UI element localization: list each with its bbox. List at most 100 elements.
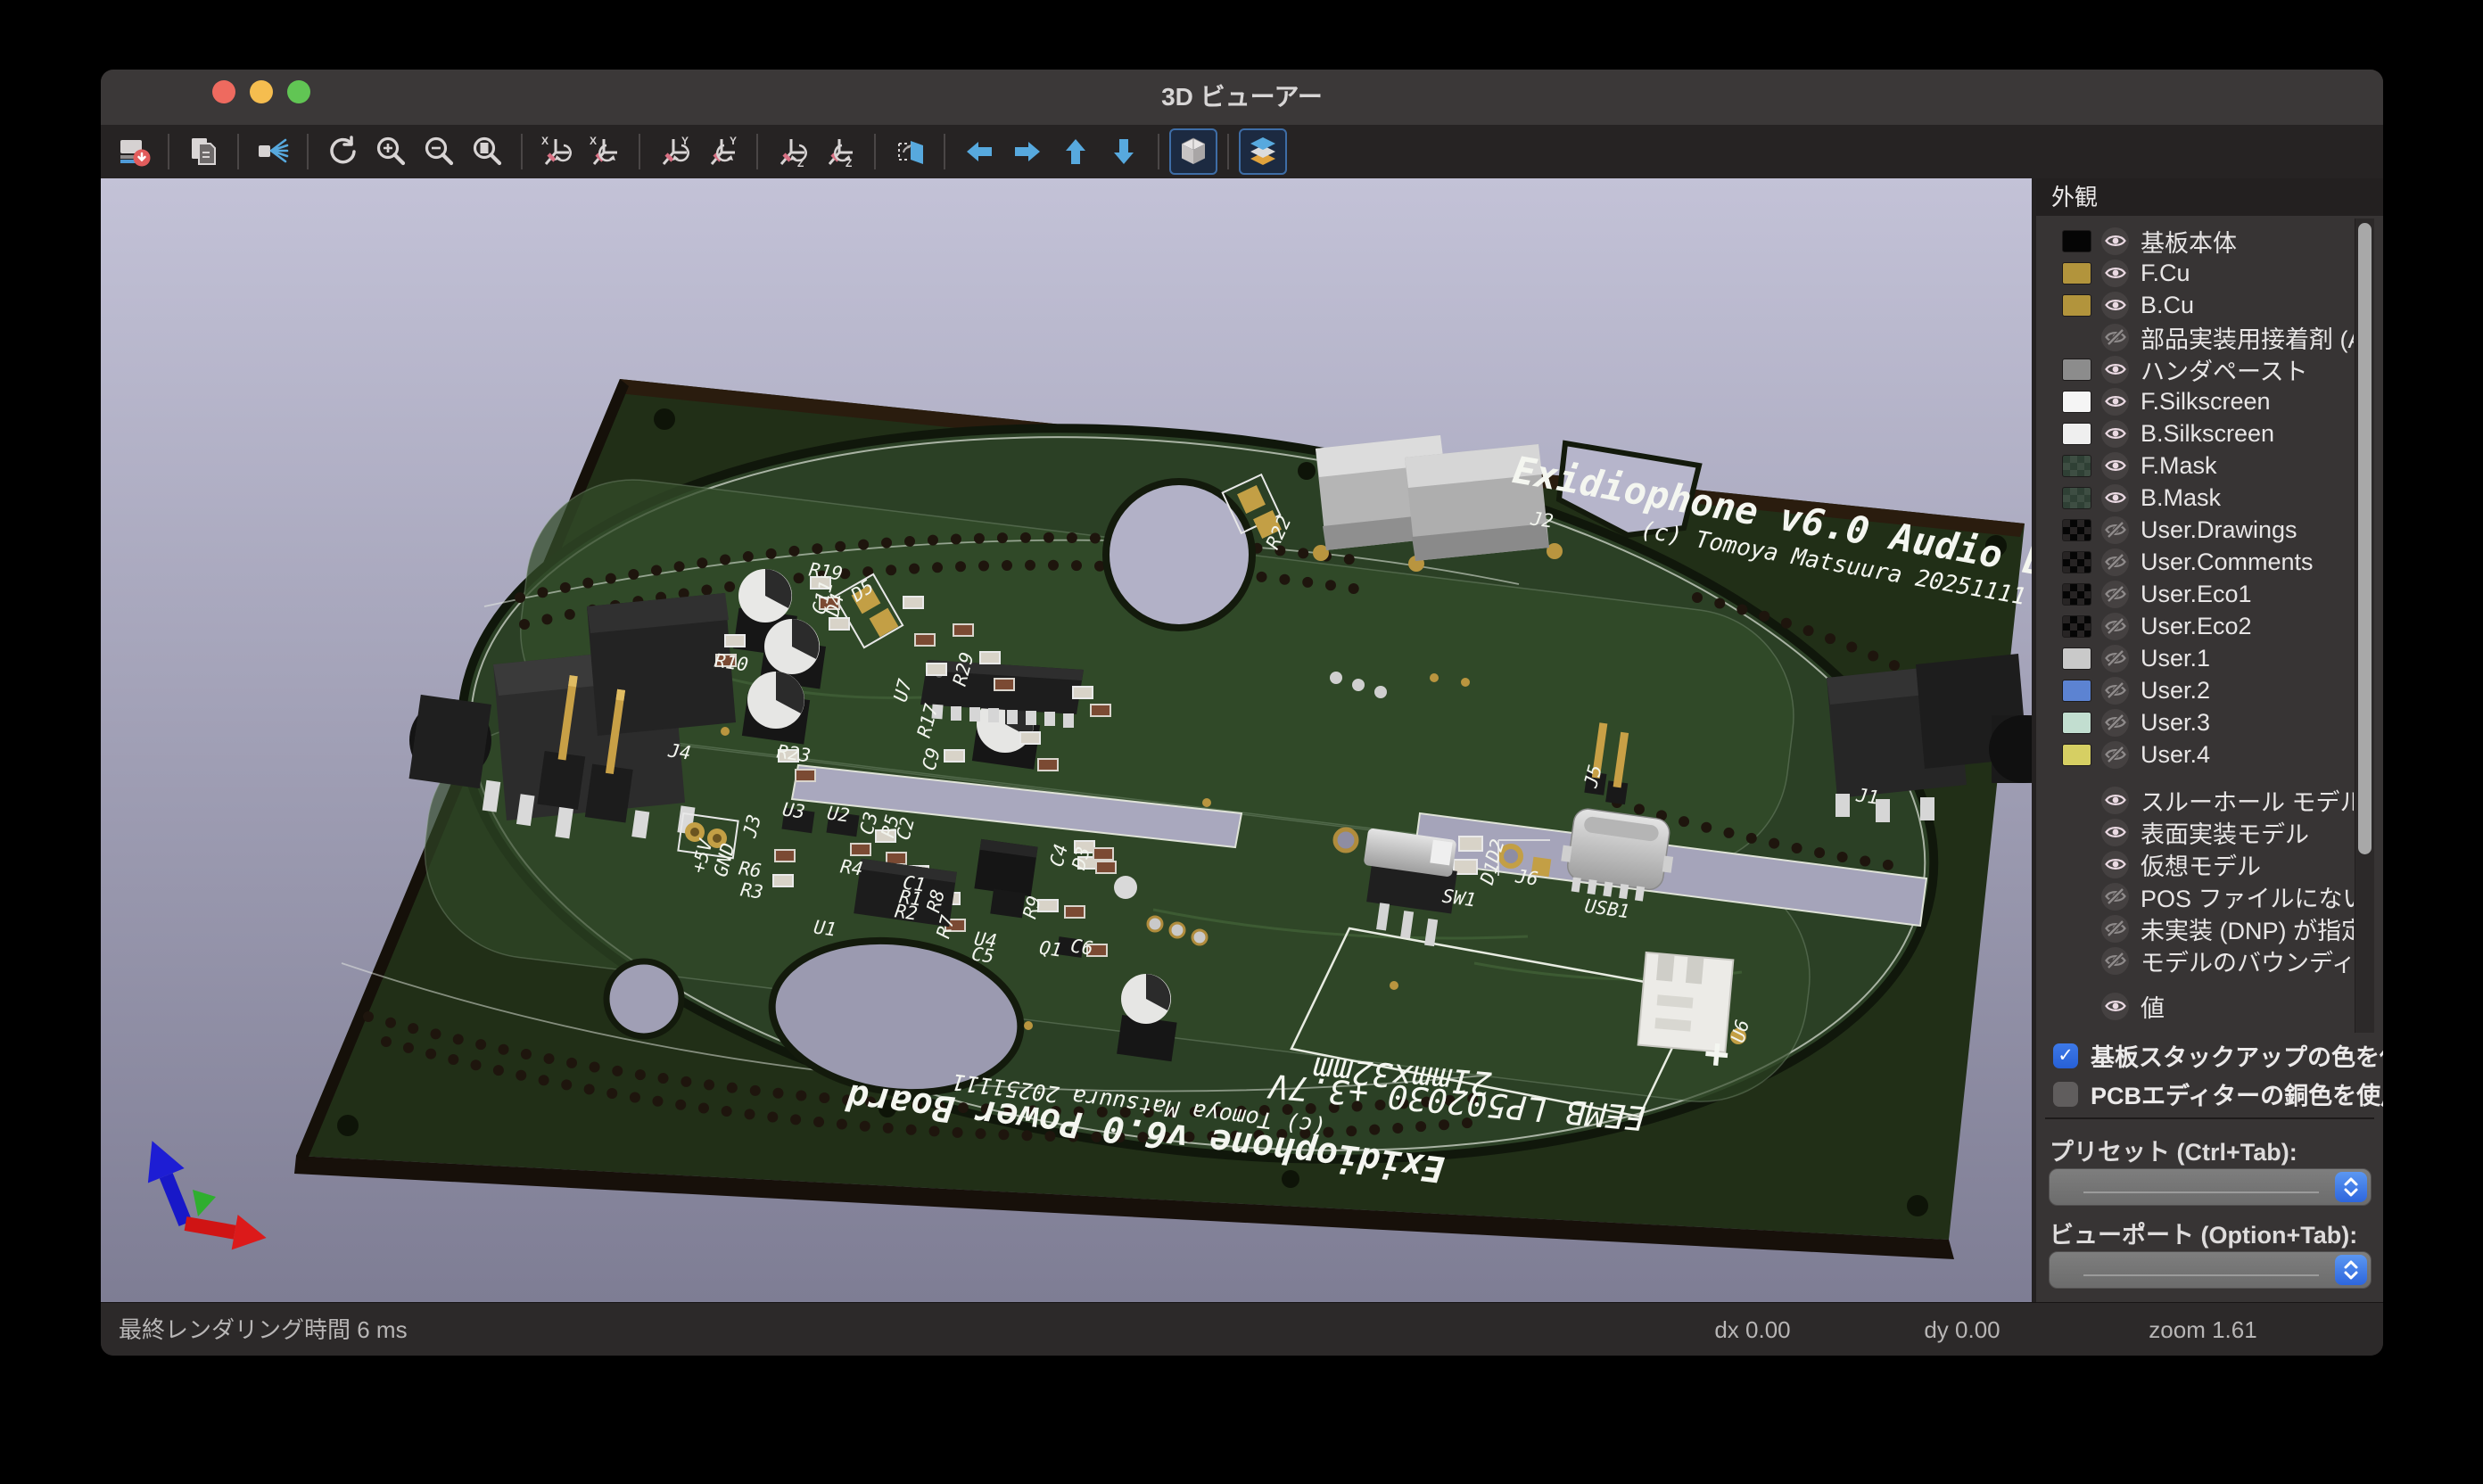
rotate-z-pos-button[interactable]: Z [816, 128, 864, 175]
layer-color-swatch[interactable] [2062, 359, 2091, 381]
preset-stepper-icon[interactable] [2335, 1172, 2367, 1202]
layer-color-swatch[interactable] [2062, 294, 2091, 317]
flip-board-icon [892, 134, 928, 169]
visibility-eye-off-icon[interactable] [2101, 516, 2129, 544]
visibility-eye-off-icon[interactable] [2101, 915, 2129, 943]
viewport-stepper-icon[interactable] [2335, 1255, 2367, 1285]
layer-color-swatch[interactable] [2062, 487, 2091, 509]
rotate-y-neg-button[interactable]: Y [650, 128, 698, 175]
preset-combobox[interactable] [2049, 1168, 2372, 1206]
appearance-panel-button[interactable] [1239, 128, 1287, 175]
visibility-eye-off-icon[interactable] [2101, 645, 2129, 672]
layer-row: User.1 [2036, 642, 2354, 674]
stackup-colors-checkbox[interactable]: ✓ [2053, 1043, 2078, 1068]
zoom-in-icon [373, 134, 408, 169]
visibility-eye-icon[interactable] [2101, 420, 2129, 448]
rotate-x-neg-button[interactable]: X [532, 128, 581, 175]
layer-color-swatch[interactable] [2062, 519, 2091, 541]
designator-R2: R2 [894, 900, 919, 924]
toolbar: XXYYZZ [101, 125, 2383, 178]
pan-up-button[interactable] [1052, 128, 1100, 175]
scrollbar-track[interactable] [2355, 218, 2374, 1033]
rotate-y-neg-icon: Y [656, 134, 692, 169]
visibility-eye-icon[interactable] [2101, 819, 2129, 846]
visibility-eye-icon[interactable] [2101, 484, 2129, 512]
scrollbar-thumb[interactable] [2358, 223, 2372, 854]
visibility-eye-off-icon[interactable] [2101, 677, 2129, 705]
checkbox-row-copper[interactable]: PCBエディターの銅色を使用 [2053, 1076, 2383, 1111]
pcb-editor-colors-checkbox[interactable] [2053, 1082, 2078, 1107]
refresh-view-button[interactable] [318, 128, 367, 175]
layer-color-swatch[interactable] [2062, 680, 2091, 702]
pan-right-button[interactable] [1003, 128, 1052, 175]
layer-label: B.Mask [2141, 484, 2221, 512]
rotate-x-pos-icon: X [587, 134, 623, 169]
visibility-eye-off-icon[interactable] [2101, 947, 2129, 975]
layer-label: ハンダペースト [2141, 352, 2308, 387]
layer-color-swatch[interactable] [2062, 615, 2091, 638]
layer-color-swatch[interactable] [2062, 712, 2091, 734]
visibility-eye-icon[interactable] [2101, 227, 2129, 255]
visibility-eye-off-icon[interactable] [2101, 613, 2129, 640]
layer-label: 仮想モデル [2141, 847, 2261, 882]
layer-label: モデルのバウンディングボックス [2141, 944, 2354, 978]
layer-label: スルーホール モデル [2141, 783, 2354, 818]
flip-board-button[interactable] [886, 128, 934, 175]
zoom-in-button[interactable] [367, 128, 415, 175]
visibility-eye-off-icon[interactable] [2101, 883, 2129, 911]
toolbar-separator [756, 134, 758, 169]
rotate-x-pos-button[interactable]: X [581, 128, 629, 175]
raytrace-render-icon [255, 134, 291, 169]
visibility-eye-off-icon[interactable] [2101, 548, 2129, 576]
zoom-out-button[interactable] [415, 128, 463, 175]
export-image-button[interactable] [110, 128, 158, 175]
layer-row: User.Drawings [2036, 514, 2354, 546]
copy-image-button[interactable] [179, 128, 227, 175]
designator-R4: R4 [839, 855, 864, 879]
svg-text:Y: Y [730, 135, 737, 147]
raytrace-render-button[interactable] [249, 128, 297, 175]
visibility-eye-icon[interactable] [2101, 787, 2129, 814]
layer-color-swatch[interactable] [2062, 391, 2091, 413]
model-option-row: 仮想モデル [2036, 848, 2354, 880]
layer-label: 部品実装用接着剤 (Adhesive) [2141, 320, 2354, 355]
toolbar-separator [874, 134, 876, 169]
layer-color-swatch[interactable] [2062, 262, 2091, 284]
layer-color-swatch[interactable] [2062, 647, 2091, 670]
pan-down-button[interactable] [1100, 128, 1148, 175]
title-bar[interactable]: 3D ビューアー [101, 70, 2383, 126]
designator-U2: U2 [826, 802, 851, 826]
rotate-z-neg-button[interactable]: Z [768, 128, 816, 175]
rotate-z-neg-icon: Z [774, 134, 810, 169]
visibility-eye-off-icon[interactable] [2101, 741, 2129, 769]
3d-viewport[interactable]: R22J2R19C11D4D5R10R23R29U7R17C9J4J3U3U2C… [101, 178, 2032, 1302]
layer-color-swatch[interactable] [2062, 230, 2091, 252]
layer-color-swatch[interactable] [2062, 455, 2091, 477]
layer-label: F.Silkscreen [2141, 388, 2271, 416]
visibility-eye-off-icon[interactable] [2101, 324, 2129, 351]
rotate-y-pos-icon: Y [705, 134, 740, 169]
checkbox-row-stackup[interactable]: ✓ 基板スタックアップの色を使用 [2053, 1038, 2383, 1073]
visibility-eye-icon[interactable] [2101, 260, 2129, 287]
pan-left-button[interactable] [955, 128, 1003, 175]
preset-label: プリセット (Ctrl+Tab): [2050, 1133, 2297, 1167]
layer-color-swatch[interactable] [2062, 423, 2091, 445]
screen: 3D ビューアー XXYYZZ [0, 0, 2483, 1484]
layer-color-swatch[interactable] [2062, 551, 2091, 573]
viewport-combobox[interactable] [2049, 1251, 2372, 1289]
visibility-eye-off-icon[interactable] [2101, 709, 2129, 737]
zoom-fit-button[interactable] [463, 128, 511, 175]
layer-row: User.Eco1 [2036, 578, 2354, 610]
layer-color-swatch[interactable] [2062, 744, 2091, 766]
visibility-eye-off-icon[interactable] [2101, 581, 2129, 608]
visibility-eye-icon[interactable] [2101, 993, 2129, 1020]
visibility-eye-icon[interactable] [2101, 851, 2129, 878]
visibility-eye-icon[interactable] [2101, 388, 2129, 416]
model-option-row: 表面実装モデル [2036, 816, 2354, 848]
orthographic-projection-button[interactable] [1169, 128, 1217, 175]
layer-color-swatch[interactable] [2062, 583, 2091, 606]
visibility-eye-icon[interactable] [2101, 292, 2129, 319]
visibility-eye-icon[interactable] [2101, 356, 2129, 383]
rotate-y-pos-button[interactable]: Y [698, 128, 747, 175]
visibility-eye-icon[interactable] [2101, 452, 2129, 480]
